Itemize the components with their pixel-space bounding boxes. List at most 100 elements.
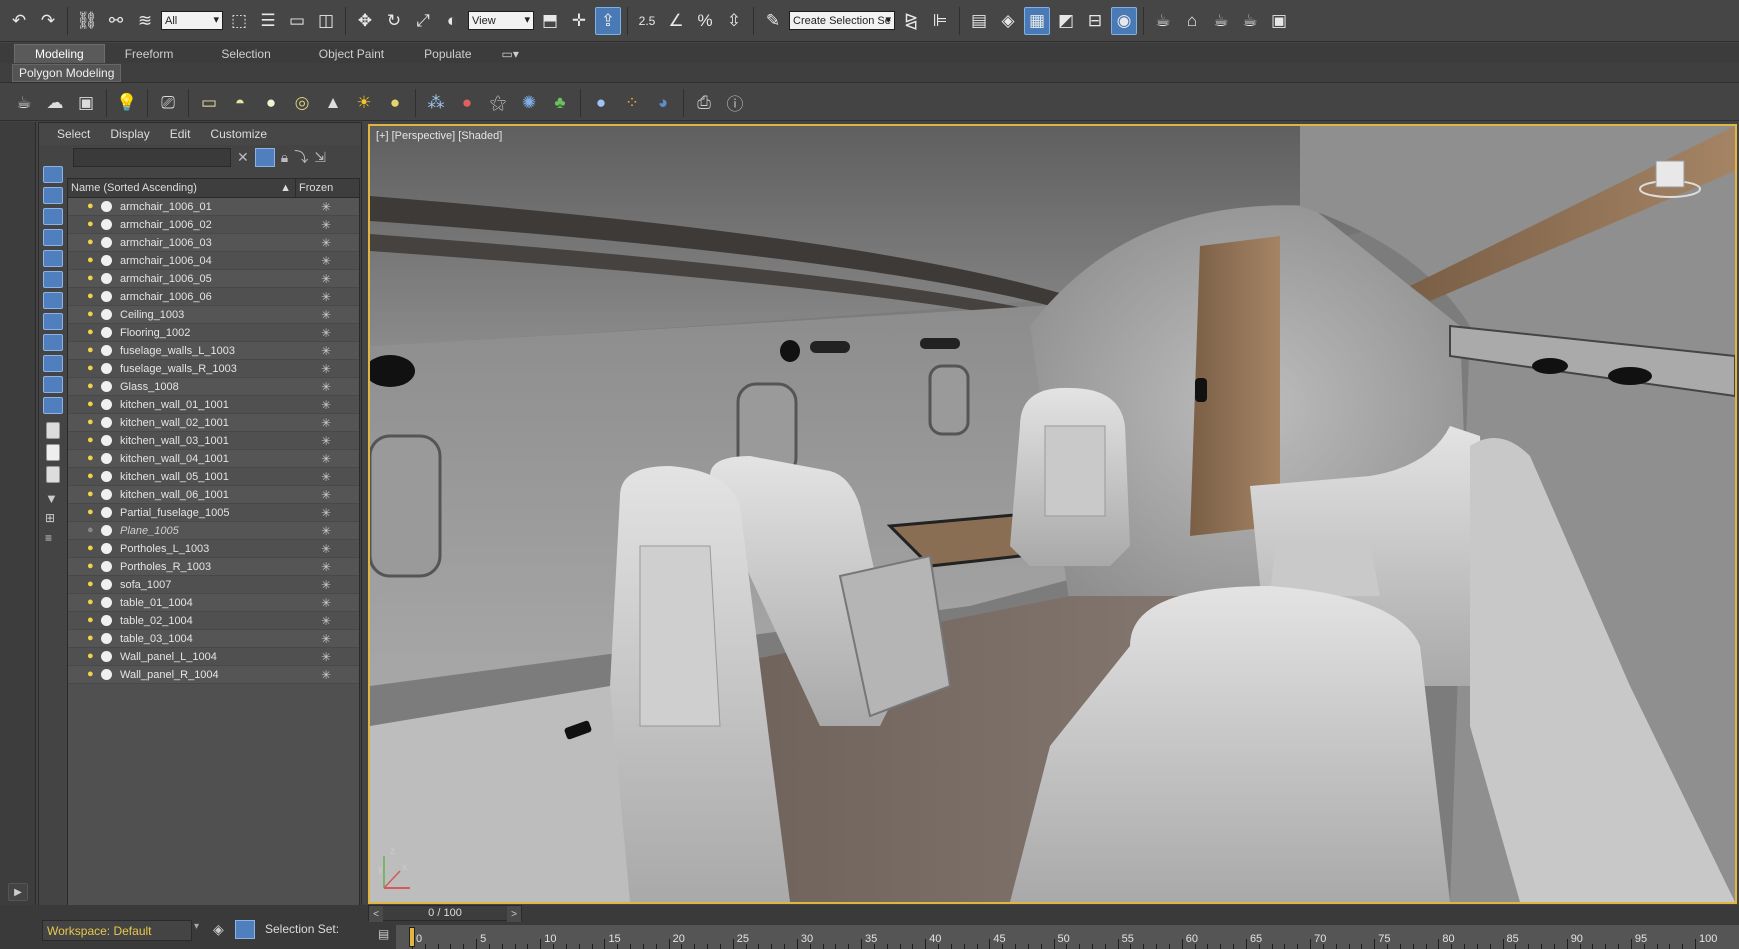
help-icon[interactable]: ⓘ <box>721 89 749 117</box>
ribbon-toggle-icon[interactable]: ▦ <box>1024 6 1050 35</box>
light-bulb-icon[interactable]: ● <box>87 381 97 392</box>
list-item[interactable]: ● table_02_1004 ✳ <box>68 612 359 630</box>
display-containers-icon[interactable] <box>43 376 63 393</box>
sun-icon[interactable]: ☀ <box>350 89 378 117</box>
move-icon[interactable]: ✥ <box>352 7 378 35</box>
light-bulb-icon[interactable]: ● <box>87 345 97 356</box>
light-bulb-icon[interactable]: ● <box>87 255 97 266</box>
link-icon[interactable]: ⛓ <box>74 7 100 35</box>
snaps-toggle-icon[interactable]: 2.5 <box>634 7 660 35</box>
light-bulb-icon[interactable]: ● <box>87 201 97 212</box>
lock-icon[interactable]: 🔒︎ <box>281 149 288 166</box>
display-spacewarps-icon[interactable] <box>43 292 63 309</box>
time-slider[interactable]: < 0 / 100 > <box>368 905 522 922</box>
render-toggle-icon[interactable] <box>101 291 112 302</box>
select-dependents-icon[interactable]: ⇲ <box>314 149 326 166</box>
filter-icon[interactable] <box>254 147 275 167</box>
hidden-light-bulb-icon[interactable]: ● <box>87 525 97 536</box>
render-toggle-icon[interactable] <box>101 363 112 374</box>
tab-freeform[interactable]: Freeform <box>105 44 194 63</box>
render-toggle-icon[interactable] <box>101 489 112 500</box>
light-bulb-icon[interactable]: ● <box>87 471 97 482</box>
reference-coordinate-select[interactable]: View <box>468 11 534 30</box>
workspace-dropdown-icon[interactable]: ▾ <box>194 921 199 932</box>
toggle-scene-explorer-icon[interactable]: ▤ <box>966 7 992 35</box>
list-item[interactable]: ● armchair_1006_01 ✳ <box>68 198 359 216</box>
display-helpers-icon[interactable] <box>43 271 63 288</box>
render-toggle-icon[interactable] <box>101 327 112 338</box>
light-bulb-icon[interactable]: ● <box>87 669 97 680</box>
environment-icon[interactable]: ▣ <box>72 89 100 117</box>
layers-icon[interactable]: ◈ <box>213 921 224 938</box>
layer-icon[interactable]: ≡ <box>45 531 52 545</box>
light-bulb-icon[interactable]: ● <box>87 291 97 302</box>
polygon-modeling-label[interactable]: Polygon Modeling <box>12 64 122 82</box>
freeze-toggle-icon[interactable]: ✳ <box>321 452 331 466</box>
list-item[interactable]: ● Plane_1005 ✳ <box>68 522 359 540</box>
freeze-toggle-icon[interactable]: ✳ <box>321 668 331 682</box>
proxy-icon[interactable]: ● <box>453 89 481 117</box>
list-item[interactable]: ● kitchen_wall_04_1001 ✳ <box>68 450 359 468</box>
selection-filter-select[interactable]: All <box>161 11 223 30</box>
container-explorer-icon[interactable] <box>235 920 255 939</box>
displacement-icon[interactable]: ✺ <box>515 89 543 117</box>
display-all-icon[interactable] <box>46 444 60 461</box>
freeze-toggle-icon[interactable]: ✳ <box>321 650 331 664</box>
light-bulb-icon[interactable]: ● <box>87 651 97 662</box>
display-cameras-icon[interactable] <box>43 250 63 267</box>
select-by-name-icon[interactable]: ☰ <box>255 7 281 35</box>
render-toggle-icon[interactable] <box>101 597 112 608</box>
keyboard-shortcut-override-icon[interactable]: ⇪ <box>595 6 621 35</box>
column-frozen[interactable]: Frozen <box>296 179 333 197</box>
explorer-search-input[interactable] <box>73 147 231 167</box>
render-toggle-icon[interactable] <box>101 615 112 626</box>
grass-icon[interactable]: ♣ <box>546 89 574 117</box>
placement-icon[interactable]: ◐ <box>439 7 465 35</box>
material-editor-icon[interactable]: ◉ <box>1111 6 1137 35</box>
freeze-toggle-icon[interactable]: ✳ <box>321 272 331 286</box>
display-groups-icon[interactable] <box>43 313 63 330</box>
dome-light-icon[interactable]: ◓ <box>226 89 254 117</box>
light-bulb-icon[interactable]: ● <box>87 561 97 572</box>
sphere-light-icon[interactable]: ● <box>257 89 285 117</box>
light-bulb-icon[interactable]: ● <box>87 507 97 518</box>
freeze-toggle-icon[interactable]: ✳ <box>321 236 331 250</box>
pivot-center-icon[interactable]: ⬒ <box>537 7 563 35</box>
ies-light-icon[interactable]: ▲ <box>319 89 347 117</box>
freeze-toggle-icon[interactable]: ✳ <box>321 524 331 538</box>
render-toggle-icon[interactable] <box>101 399 112 410</box>
camera-icon[interactable]: ⎚ <box>154 89 182 117</box>
freeze-toggle-icon[interactable]: ✳ <box>321 308 331 322</box>
freeze-toggle-icon[interactable]: ✳ <box>321 614 331 628</box>
display-frozen-icon[interactable] <box>43 397 63 414</box>
render-toggle-icon[interactable] <box>101 471 112 482</box>
freeze-toggle-icon[interactable]: ✳ <box>321 380 331 394</box>
scale-icon[interactable]: ⤢ <box>410 7 436 35</box>
bind-space-warp-icon[interactable]: ≋ <box>132 7 158 35</box>
list-item[interactable]: ● table_03_1004 ✳ <box>68 630 359 648</box>
light-bulb-icon[interactable]: ● <box>87 219 97 230</box>
freeze-toggle-icon[interactable]: ✳ <box>321 326 331 340</box>
display-shapes-icon[interactable] <box>43 208 63 225</box>
menu-edit[interactable]: Edit <box>170 127 191 141</box>
list-item[interactable]: ● kitchen_wall_03_1001 ✳ <box>68 432 359 450</box>
perspective-viewport[interactable]: [+] [Perspective] [Shaded] z y x <box>368 124 1737 904</box>
menu-customize[interactable]: Customize <box>210 127 267 141</box>
freeze-toggle-icon[interactable]: ✳ <box>321 416 331 430</box>
render-toggle-icon[interactable] <box>101 507 112 518</box>
expand-arrow-icon[interactable]: ▶ <box>8 883 28 901</box>
list-item[interactable]: ● armchair_1006_06 ✳ <box>68 288 359 306</box>
list-item[interactable]: ● Portholes_L_1003 ✳ <box>68 540 359 558</box>
filter-funnel-icon[interactable]: ▼ <box>45 491 58 506</box>
light-bulb-icon[interactable]: ● <box>87 273 97 284</box>
freeze-toggle-icon[interactable]: ✳ <box>321 542 331 556</box>
render-toggle-icon[interactable] <box>101 579 112 590</box>
redo-icon[interactable]: ↷ <box>35 7 61 35</box>
render-toggle-icon[interactable] <box>101 273 112 284</box>
freeze-toggle-icon[interactable]: ✳ <box>321 398 331 412</box>
settings-icon[interactable]: ⎙ <box>690 89 718 117</box>
freeze-toggle-icon[interactable]: ✳ <box>321 560 331 574</box>
freeze-toggle-icon[interactable]: ✳ <box>321 344 331 358</box>
cloud-icon[interactable]: ☁ <box>41 89 69 117</box>
list-item[interactable]: ● Partial_fuselage_1005 ✳ <box>68 504 359 522</box>
